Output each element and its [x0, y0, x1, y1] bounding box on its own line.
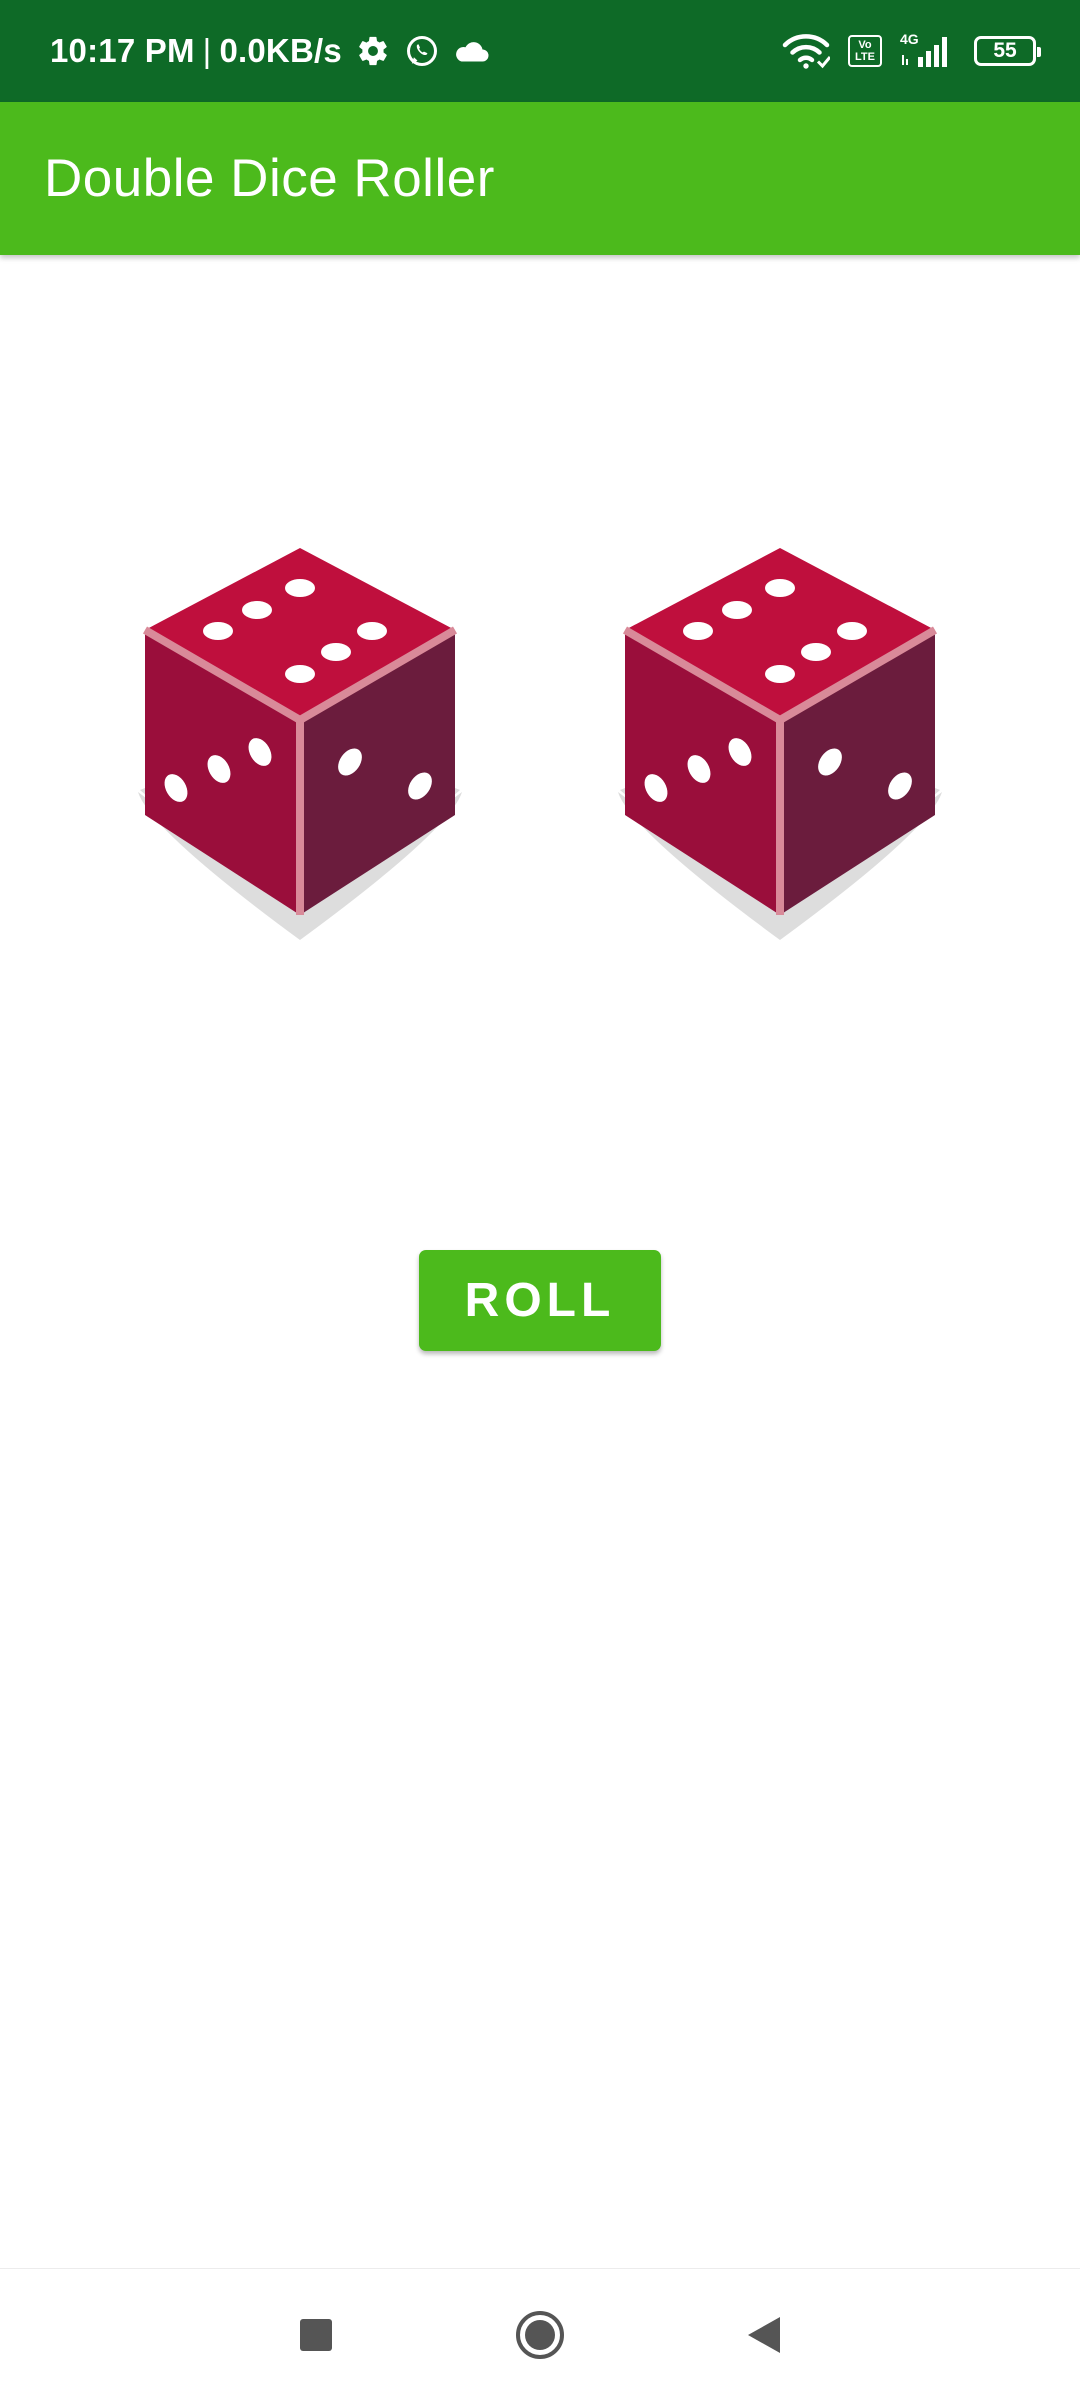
volte-icon: Vo LTE — [848, 35, 882, 67]
app-title: Double Dice Roller — [44, 149, 495, 208]
die-left — [110, 530, 490, 950]
wifi-icon — [782, 33, 830, 69]
status-network-speed: 0.0KB/s — [219, 32, 342, 69]
volte-label-top: Vo — [858, 39, 872, 51]
status-right-group: Vo LTE 4G 55 — [782, 0, 1041, 102]
home-circle-icon[interactable] — [510, 2305, 570, 2365]
battery-level: 55 — [993, 39, 1017, 62]
cloud-icon — [454, 37, 490, 65]
battery-icon: 55 — [974, 36, 1041, 66]
app-screen: 10:17 PM | 0.0KB/s Vo LTE 4G 55 Double D… — [0, 0, 1080, 2400]
die-right — [590, 530, 970, 950]
whatsapp-icon — [404, 33, 440, 69]
settings-gear-icon — [356, 34, 390, 68]
app-bar: Double Dice Roller — [0, 102, 1080, 255]
recents-square-icon[interactable] — [286, 2305, 346, 2365]
volte-label-bottom: LTE — [855, 51, 875, 63]
status-left-group: 10:17 PM | 0.0KB/s — [50, 0, 490, 102]
status-bar: 10:17 PM | 0.0KB/s Vo LTE 4G 55 — [0, 0, 1080, 102]
back-triangle-icon[interactable] — [734, 2305, 794, 2365]
roll-button[interactable]: ROLL — [419, 1250, 661, 1351]
navigation-bar — [0, 2268, 1080, 2400]
status-separator: | — [202, 32, 212, 69]
status-time: 10:17 PM — [50, 32, 195, 69]
signal-4g-icon: 4G — [900, 31, 956, 69]
